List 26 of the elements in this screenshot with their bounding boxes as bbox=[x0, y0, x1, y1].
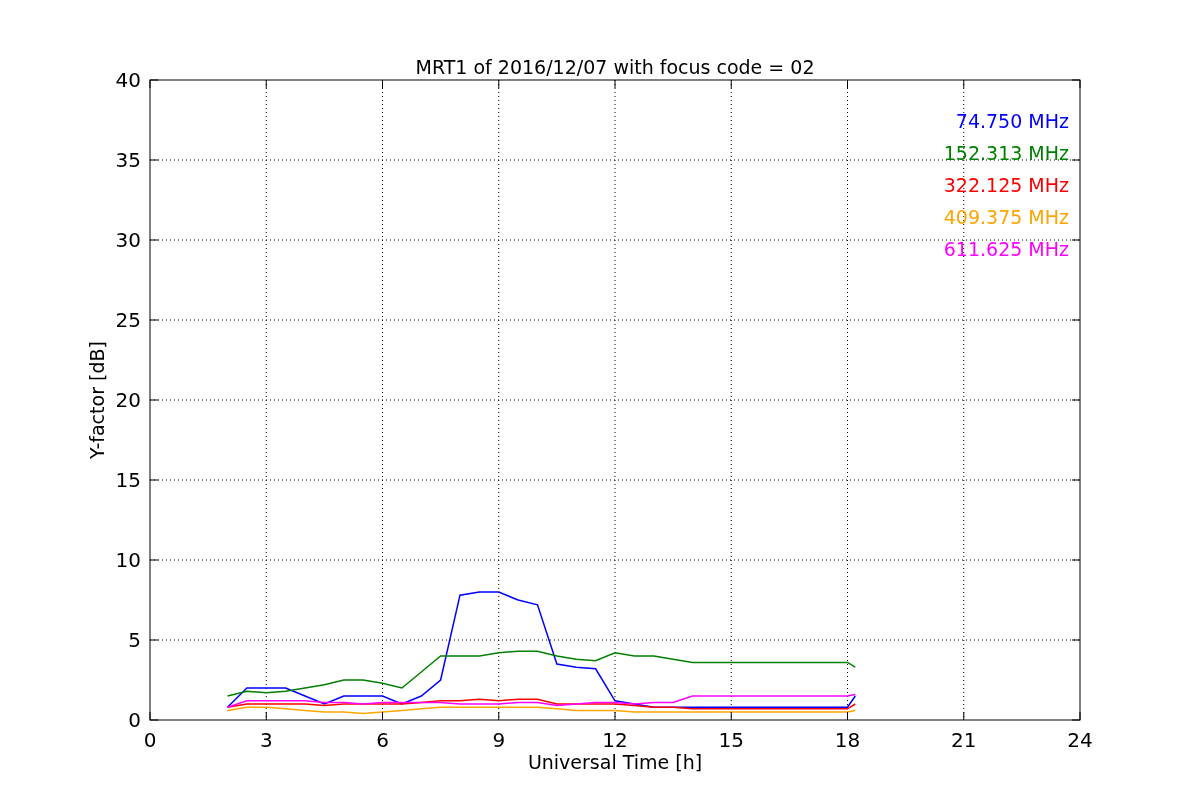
tick-label: 20 bbox=[115, 388, 141, 412]
tick-label: 25 bbox=[115, 308, 141, 332]
tick-label: 10 bbox=[115, 548, 141, 572]
tick-label: 12 bbox=[602, 728, 628, 752]
tick-label: 6 bbox=[376, 728, 389, 752]
tick-label: 3 bbox=[259, 728, 273, 752]
tick-label: 21 bbox=[951, 728, 977, 752]
legend-label: 322.125 MHz bbox=[943, 174, 1069, 196]
tick-label: 40 bbox=[115, 68, 141, 92]
chart-title: MRT1 of 2016/12/07 with focus code = 02 bbox=[415, 56, 815, 78]
legend-label: 74.750 MHz bbox=[955, 110, 1069, 132]
tick-label: 5 bbox=[128, 628, 141, 652]
legend-label: 611.625 MHz bbox=[943, 238, 1069, 260]
tick-label: 15 bbox=[718, 728, 744, 752]
tick-label: 0 bbox=[128, 708, 141, 732]
tick-label: 24 bbox=[1067, 728, 1093, 752]
tick-label: 30 bbox=[115, 228, 141, 252]
legend-label: 152.313 MHz bbox=[943, 142, 1069, 164]
y-axis-label: Y-factor [dB] bbox=[86, 341, 108, 459]
tick-label: 0 bbox=[143, 728, 157, 752]
tick-label: 35 bbox=[115, 148, 141, 172]
tick-label: 9 bbox=[492, 728, 506, 752]
legend-label: 409.375 MHz bbox=[943, 206, 1069, 228]
tick-label: 18 bbox=[834, 728, 861, 752]
x-axis-label: Universal Time [h] bbox=[527, 751, 703, 773]
tick-label: 15 bbox=[115, 468, 141, 492]
